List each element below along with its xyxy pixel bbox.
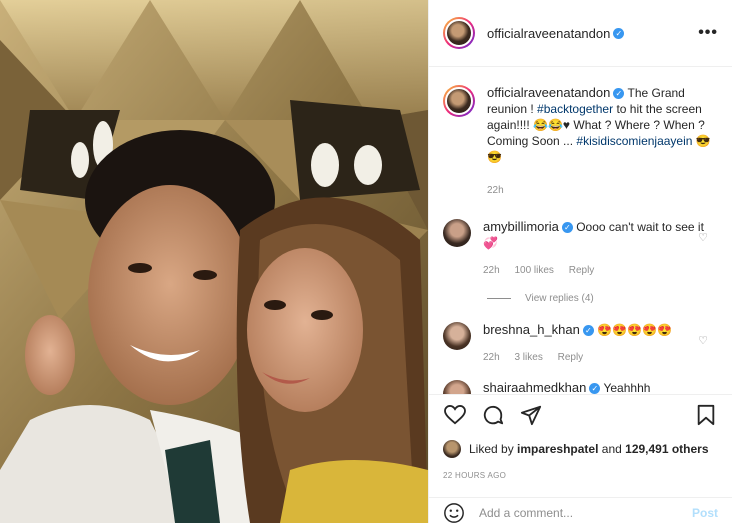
verified-badge-icon: ✓: [582, 325, 594, 337]
comment-meta: 22h 3 likes Reply: [483, 350, 718, 366]
reply-link[interactable]: Reply: [558, 352, 584, 363]
liker-username[interactable]: impareshpatel: [517, 442, 598, 456]
post-age[interactable]: 22 HOURS AGO: [443, 471, 506, 480]
comment-row: amybillimoria ✓ Oooo can't wait to see it…: [443, 219, 718, 279]
author-username[interactable]: officialraveenatandon: [487, 26, 610, 41]
comment-like-heart-icon[interactable]: ♡: [698, 334, 708, 347]
post-photo-image: [0, 0, 428, 523]
comment-username[interactable]: breshna_h_khan: [483, 322, 580, 337]
hashtag-link[interactable]: #kisidiscomienjaayein: [576, 134, 692, 148]
comment-likes[interactable]: 100 likes: [514, 265, 553, 276]
comment-time[interactable]: 22h: [483, 265, 500, 276]
view-replies-label[interactable]: View replies (4): [525, 293, 594, 304]
verified-badge-icon: ✓: [561, 222, 573, 234]
caption: officialraveenatandon ✓ The Grand reunion…: [443, 85, 718, 199]
comment-body: breshna_h_khan ✓ 😍😍😍😍😍 22h 3 likes Reply: [483, 322, 718, 366]
comment-likes[interactable]: 3 likes: [514, 352, 542, 363]
comment-time[interactable]: 22h: [483, 352, 500, 363]
likes-prefix: Liked by: [469, 442, 514, 456]
heart-icon[interactable]: [443, 403, 467, 427]
emoji-icon[interactable]: [443, 502, 465, 523]
comment-body: shairaahmedkhan ✓ Yeahhhh: [483, 380, 718, 394]
view-replies[interactable]: View replies (4): [487, 293, 718, 304]
action-bar: [429, 394, 732, 434]
post-side-panel: officialraveenatandon ✓ ••• officialrave…: [428, 0, 732, 523]
post-comment-button[interactable]: Post: [692, 506, 718, 520]
comment-text: Yeahhhh: [603, 381, 651, 394]
view-replies-line: [487, 298, 511, 299]
verified-badge-icon: ✓: [613, 27, 625, 39]
verified-badge-icon: ✓: [589, 383, 601, 394]
reply-link[interactable]: Reply: [569, 265, 595, 276]
comment-username[interactable]: amybillimoria: [483, 219, 559, 234]
post-header: officialraveenatandon ✓ •••: [429, 0, 732, 67]
caption-body: officialraveenatandon ✓ The Grand reunion…: [487, 85, 718, 199]
add-comment-input[interactable]: [479, 505, 692, 520]
author-avatar[interactable]: [443, 17, 475, 49]
commenter-avatar[interactable]: [443, 380, 471, 394]
commenter-avatar[interactable]: [443, 322, 471, 350]
caption-meta: 22h: [487, 183, 718, 199]
share-icon[interactable]: [519, 403, 543, 427]
post-photo[interactable]: [0, 0, 428, 523]
caption-avatar[interactable]: [443, 85, 475, 117]
comment-text: 😍😍😍😍😍: [597, 323, 672, 337]
likes-summary: Liked by impareshpatel and 129,491 other…: [443, 440, 718, 458]
likes-mid: and: [601, 442, 622, 456]
more-options-icon[interactable]: •••: [698, 24, 718, 42]
comment-like-heart-icon[interactable]: ♡: [698, 231, 708, 244]
comment-body: amybillimoria ✓ Oooo can't wait to see it…: [483, 219, 718, 279]
comment-meta: 22h 100 likes Reply: [483, 263, 718, 279]
comments-list[interactable]: officialraveenatandon ✓ The Grand reunion…: [429, 68, 732, 394]
bookmark-icon[interactable]: [694, 403, 718, 427]
likes-count[interactable]: 129,491 others: [625, 442, 708, 456]
comment-row: breshna_h_khan ✓ 😍😍😍😍😍 22h 3 likes Reply …: [443, 322, 718, 366]
verified-badge-icon: ✓: [613, 88, 625, 100]
commenter-avatar[interactable]: [443, 219, 471, 247]
caption-username[interactable]: officialraveenatandon: [487, 85, 610, 100]
comment-username[interactable]: shairaahmedkhan: [483, 380, 586, 394]
liker-avatar[interactable]: [443, 440, 461, 458]
comment-icon[interactable]: [481, 403, 505, 427]
add-comment-bar: Post: [429, 497, 732, 523]
hashtag-link[interactable]: #backtogether: [537, 102, 613, 116]
comment-row: shairaahmedkhan✓ Yeahhhh ♡: [443, 380, 718, 394]
caption-time[interactable]: 22h: [487, 185, 504, 196]
